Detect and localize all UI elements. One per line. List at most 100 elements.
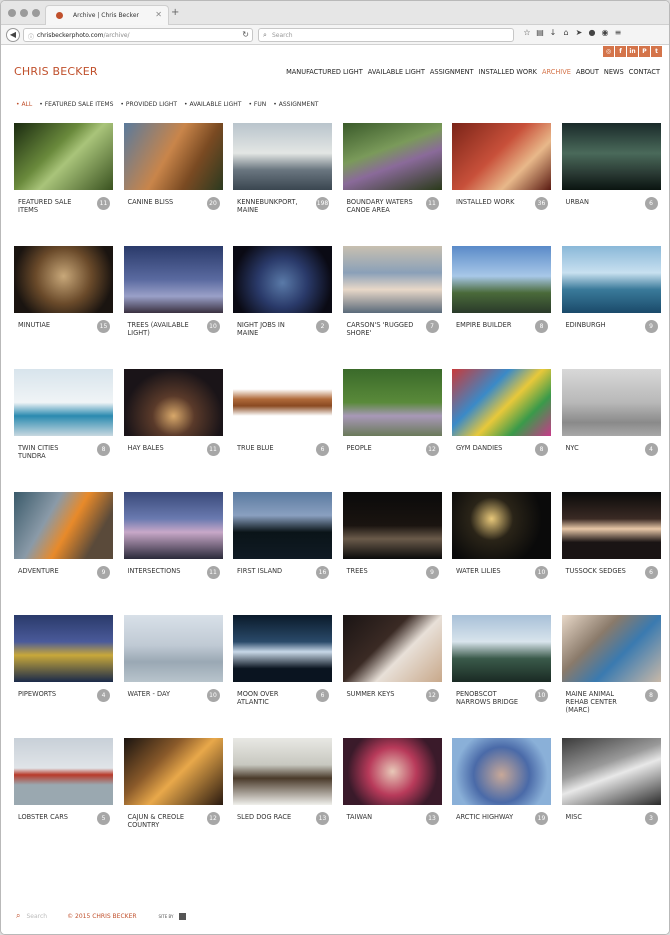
linkedin-icon[interactable]: in	[627, 46, 638, 57]
gallery-item-sled-dog-race[interactable]: SLED DOG RACE 13	[233, 738, 332, 861]
nav-available-light[interactable]: AVAILABLE LIGHT	[368, 68, 425, 76]
gallery-label[interactable]: TRUE BLUE	[237, 444, 305, 452]
filter-available-light[interactable]: AVAILABLE LIGHT	[184, 101, 241, 108]
search-icon[interactable]: ⌕	[16, 911, 20, 921]
close-tab-icon[interactable]: ✕	[155, 10, 162, 19]
gallery-label[interactable]: BOUNDARY WATERS CANOE AREA	[347, 198, 415, 214]
gallery-thumbnail[interactable]	[342, 369, 442, 436]
gallery-thumbnail[interactable]	[561, 615, 661, 682]
twitter-icon[interactable]: t	[651, 46, 662, 57]
gallery-item-edinburgh[interactable]: EDINBURGH 9	[561, 246, 661, 369]
gallery-label[interactable]: TREES	[347, 567, 415, 575]
gallery-thumbnail[interactable]	[342, 615, 442, 682]
facebook-icon[interactable]: f	[615, 46, 626, 57]
gallery-thumbnail[interactable]	[233, 369, 332, 436]
reading-list-icon[interactable]: ▤	[535, 28, 548, 37]
gallery-thumbnail[interactable]	[561, 246, 661, 313]
filter-provided-light[interactable]: PROVIDED LIGHT	[120, 101, 177, 108]
gallery-label[interactable]: SLED DOG RACE	[237, 813, 305, 821]
gallery-item-tussock-sedges[interactable]: TUSSOCK SEDGES 6	[561, 492, 661, 615]
gallery-label[interactable]: HAY BALES	[128, 444, 196, 452]
gallery-label[interactable]: LOBSTER CARS	[18, 813, 86, 821]
nav-manufactured-light[interactable]: MANUFACTURED LIGHT	[286, 68, 363, 76]
gallery-label[interactable]: MINUTIAE	[18, 321, 86, 329]
gallery-item-installed-work[interactable]: INSTALLED WORK 36	[452, 123, 551, 246]
browser-search-field[interactable]: ⌕ Search	[258, 28, 514, 42]
gallery-item-water-day[interactable]: WATER - DAY 10	[123, 615, 223, 738]
gallery-thumbnail[interactable]	[123, 246, 223, 313]
send-icon[interactable]: ➤	[574, 28, 587, 37]
gallery-item-night-jobs-in-maine[interactable]: NIGHT JOBS IN MAINE 2	[233, 246, 332, 369]
gallery-thumbnail[interactable]	[342, 492, 442, 559]
gallery-label[interactable]: CANINE BLISS	[128, 198, 196, 206]
gallery-item-kennebunkport-maine[interactable]: KENNEBUNKPORT, MAINE 198	[233, 123, 332, 246]
gallery-thumbnail[interactable]	[123, 123, 223, 190]
gallery-label[interactable]: NYC	[566, 444, 634, 452]
gallery-thumbnail[interactable]	[123, 492, 223, 559]
gallery-thumbnail[interactable]	[123, 615, 223, 682]
instagram-icon[interactable]: ◎	[603, 46, 614, 57]
gallery-label[interactable]: CARSON'S 'RUGGED SHORE'	[347, 321, 415, 337]
download-icon[interactable]: ↓	[548, 28, 561, 37]
gallery-thumbnail[interactable]	[452, 615, 551, 682]
gallery-item-arctic-highway[interactable]: ARCTIC HIGHWAY 19	[452, 738, 551, 861]
gallery-item-boundary-waters-canoe-area[interactable]: BOUNDARY WATERS CANOE AREA 11	[342, 123, 442, 246]
gallery-thumbnail[interactable]	[233, 492, 332, 559]
gallery-label[interactable]: URBAN	[566, 198, 634, 206]
gallery-item-hay-bales[interactable]: HAY BALES 11	[123, 369, 223, 492]
gallery-thumbnail[interactable]	[14, 615, 113, 682]
gallery-label[interactable]: MAINE ANIMAL REHAB CENTER (MARC)	[566, 690, 634, 714]
gallery-thumbnail[interactable]	[452, 369, 551, 436]
nav-news[interactable]: NEWS	[604, 68, 624, 76]
gallery-item-taiwan[interactable]: TAIWAN 13	[342, 738, 442, 861]
gallery-thumbnail[interactable]	[452, 738, 551, 805]
gallery-item-moon-over-atlantic[interactable]: MOON OVER ATLANTIC 6	[233, 615, 332, 738]
gallery-item-pipeworts[interactable]: PIPEWORTS 4	[14, 615, 113, 738]
gallery-label[interactable]: ARCTIC HIGHWAY	[456, 813, 524, 821]
home-icon[interactable]: ⌂	[561, 28, 574, 37]
gallery-label[interactable]: SUMMER KEYS	[347, 690, 415, 698]
gallery-thumbnail[interactable]	[561, 738, 661, 805]
gallery-label[interactable]: TUSSOCK SEDGES	[566, 567, 634, 575]
gallery-item-lobster-cars[interactable]: LOBSTER CARS 5	[14, 738, 113, 861]
gallery-label[interactable]: EMPIRE BUILDER	[456, 321, 524, 329]
gallery-item-carson-s-rugged-shore[interactable]: CARSON'S 'RUGGED SHORE' 7	[342, 246, 442, 369]
back-button[interactable]: ◀	[6, 28, 20, 42]
gallery-label[interactable]: GYM DANDIES	[456, 444, 524, 452]
gallery-thumbnail[interactable]	[452, 492, 551, 559]
gallery-label[interactable]: FIRST ISLAND	[237, 567, 305, 575]
gallery-thumbnail[interactable]	[14, 492, 113, 559]
gallery-item-trees[interactable]: TREES 9	[342, 492, 442, 615]
gallery-item-people[interactable]: PEOPLE 12	[342, 369, 442, 492]
gallery-label[interactable]: WATER LILIES	[456, 567, 524, 575]
gallery-thumbnail[interactable]	[233, 246, 332, 313]
gallery-thumbnail[interactable]	[561, 369, 661, 436]
gallery-thumbnail[interactable]	[561, 123, 661, 190]
menu-icon[interactable]: ≡	[613, 28, 626, 37]
new-tab-icon[interactable]: +	[171, 7, 179, 18]
gallery-item-gym-dandies[interactable]: GYM DANDIES 8	[452, 369, 551, 492]
gallery-item-twin-cities-tundra[interactable]: TWIN CITIES TUNDRA 8	[14, 369, 113, 492]
gallery-thumbnail[interactable]	[123, 369, 223, 436]
gallery-item-water-lilies[interactable]: WATER LILIES 10	[452, 492, 551, 615]
gallery-label[interactable]: INSTALLED WORK	[456, 198, 524, 206]
gallery-label[interactable]: EDINBURGH	[566, 321, 634, 329]
gallery-thumbnail[interactable]	[14, 246, 113, 313]
footer-search-input[interactable]: Search	[26, 913, 47, 920]
minimize-window-button[interactable]	[20, 9, 28, 17]
bookmark-star-icon[interactable]: ☆	[522, 28, 535, 37]
nav-contact[interactable]: CONTACT	[629, 68, 660, 76]
close-window-button[interactable]	[8, 9, 16, 17]
gallery-item-true-blue[interactable]: TRUE BLUE 6	[233, 369, 332, 492]
gallery-thumbnail[interactable]	[123, 738, 223, 805]
gallery-label[interactable]: MOON OVER ATLANTIC	[237, 690, 305, 706]
gallery-item-intersections[interactable]: INTERSECTIONS 11	[123, 492, 223, 615]
gallery-label[interactable]: PEOPLE	[347, 444, 415, 452]
gallery-item-nyc[interactable]: NYC 4	[561, 369, 661, 492]
gallery-label[interactable]: KENNEBUNKPORT, MAINE	[237, 198, 305, 214]
reload-icon[interactable]: ↻	[242, 30, 249, 39]
gallery-thumbnail[interactable]	[233, 615, 332, 682]
filter-all[interactable]: ALL	[16, 101, 32, 108]
gallery-label[interactable]: CAJUN & CREOLE COUNTRY	[128, 813, 196, 829]
gallery-label[interactable]: TAIWAN	[347, 813, 415, 821]
